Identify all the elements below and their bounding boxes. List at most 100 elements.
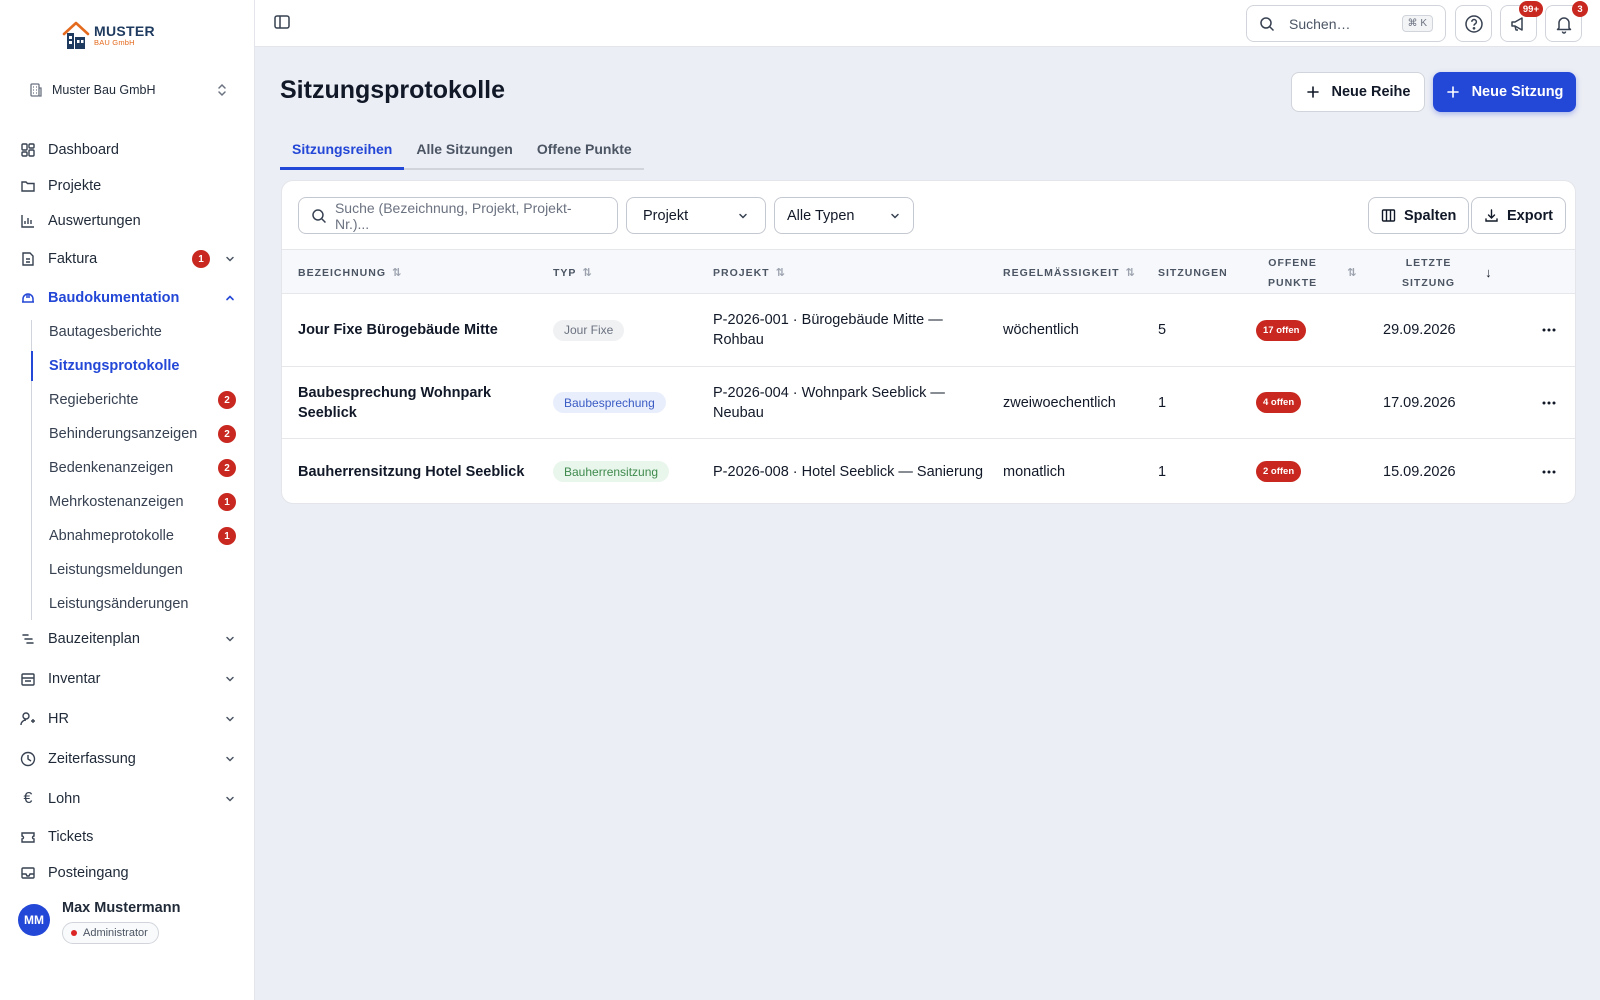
tab-offene-punkte[interactable]: Offene Punkte	[525, 130, 644, 168]
user-profile[interactable]: MM Max Mustermann Administrator	[0, 884, 254, 1000]
table-row[interactable]: Bauherrensitzung Hotel Seeblick Bauherre…	[282, 439, 1575, 503]
table-search-input[interactable]: Suche (Bezeichnung, Projekt, Projekt-Nr.…	[298, 197, 618, 234]
chevron-down-icon	[739, 213, 747, 219]
role-label: Administrator	[83, 927, 148, 939]
nav-item-auswertungen[interactable]: Auswertungen	[12, 204, 244, 238]
button-label: Spalten	[1404, 207, 1457, 224]
column-header-regelmaessigkeit[interactable]: REGELMÄSSIGKEIT ⇅	[1003, 250, 1135, 295]
nav-label: Regieberichte	[49, 392, 139, 408]
type-badge: Bauherrensitzung	[553, 461, 670, 482]
nav-label: Bauzeitenplan	[48, 631, 140, 647]
export-button[interactable]: Export	[1471, 197, 1566, 234]
help-icon	[1464, 14, 1483, 33]
house-logo-icon	[62, 20, 90, 50]
select-value: Alle Typen	[787, 207, 855, 224]
count-badge: 2	[218, 459, 236, 477]
header-label: PROJEKT	[713, 266, 770, 279]
sidebar-item-sitzungsprotokolle[interactable]: Sitzungsprotokolle	[31, 351, 236, 381]
sort-icon: ⇅	[1347, 266, 1357, 279]
organization-switcher[interactable]: Muster Bau GmbH	[18, 74, 238, 106]
project-filter-select[interactable]: Projekt	[626, 197, 766, 234]
column-header-letzte-sitzung[interactable]: LETZTE SITZUNG ↓	[1402, 250, 1493, 295]
series-name: Baubesprechung Wohnpark Seeblick	[298, 367, 491, 438]
type-filter-select[interactable]: Alle Typen	[774, 197, 914, 234]
sidebar-item-bedenkenanzeigen[interactable]: Bedenkenanzeigen 2	[31, 453, 236, 483]
nav-label: Mehrkostenanzeigen	[49, 494, 184, 510]
sidebar-item-leistungsaenderungen[interactable]: Leistungsänderungen	[31, 589, 236, 619]
invoice-icon	[20, 251, 36, 267]
chevron-down-icon	[224, 793, 236, 805]
column-header-sitzungen[interactable]: SITZUNGEN	[1158, 250, 1228, 295]
inventory-icon	[20, 671, 36, 687]
building-icon	[30, 83, 42, 97]
nav-item-bauzeitenplan[interactable]: Bauzeitenplan	[12, 622, 244, 656]
sort-desc-icon: ↓	[1485, 264, 1493, 280]
new-series-button[interactable]: Neue Reihe	[1291, 72, 1425, 112]
sidebar-item-leistungsmeldungen[interactable]: Leistungsmeldungen	[31, 555, 236, 585]
count-badge: 1	[192, 250, 210, 268]
logo-subtitle: BAU GmbH	[94, 38, 135, 47]
column-header-bezeichnung[interactable]: BEZEICHNUNG ⇅	[298, 250, 401, 295]
chevron-down-icon	[224, 713, 236, 725]
nav-item-lohn[interactable]: € Lohn	[12, 782, 244, 816]
dashboard-icon	[20, 142, 36, 158]
folder-icon	[20, 178, 36, 194]
company-logo[interactable]: MUSTER BAU GmbH	[62, 20, 155, 50]
last-session-date: 29.09.2026	[1383, 322, 1456, 338]
nav-label: Dashboard	[48, 142, 119, 158]
announcements-button[interactable]: 99+	[1500, 1, 1543, 42]
nav-item-faktura[interactable]: Faktura 1	[12, 242, 244, 276]
nav-label: Abnahmeprotokolle	[49, 528, 174, 544]
nav-label: Projekte	[48, 178, 102, 194]
sidebar-item-bautagesberichte[interactable]: Bautagesberichte	[31, 317, 236, 347]
more-actions-icon[interactable]	[1539, 393, 1559, 413]
nav-item-zeiterfassung[interactable]: Zeiterfassung	[12, 742, 244, 776]
clock-icon	[20, 751, 36, 767]
project-cell: P-2026-004 · Wohnpark Seeblick — Neubau	[713, 367, 945, 438]
nav-item-dashboard[interactable]: Dashboard	[12, 133, 244, 167]
nav-item-inventar[interactable]: Inventar	[12, 662, 244, 696]
nav-label: Baudokumentation	[48, 290, 180, 306]
sidebar-item-regieberichte[interactable]: Regieberichte 2	[31, 385, 236, 415]
notifications-button[interactable]: 3	[1545, 1, 1588, 42]
nav-item-projekte[interactable]: Projekte	[12, 169, 244, 203]
help-button[interactable]	[1455, 5, 1492, 42]
table-row[interactable]: Jour Fixe Bürogebäude Mitte Jour Fixe P-…	[282, 294, 1575, 367]
series-table-card: Suche (Bezeichnung, Projekt, Projekt-Nr.…	[281, 180, 1576, 504]
column-header-projekt[interactable]: PROJEKT ⇅	[713, 250, 785, 295]
sidebar-item-abnahmeprotokolle[interactable]: Abnahmeprotokolle 1	[31, 521, 236, 551]
header-label: SITZUNGEN	[1158, 266, 1228, 279]
chevron-down-icon	[224, 673, 236, 685]
table-row[interactable]: Baubesprechung Wohnpark Seeblick Baubesp…	[282, 367, 1575, 439]
column-header-offene-punkte[interactable]: OFFENE PUNKTE ⇅	[1268, 250, 1356, 295]
header-label: BEZEICHNUNG	[298, 266, 387, 279]
sidebar-item-behinderungsanzeigen[interactable]: Behinderungsanzeigen 2	[31, 419, 236, 449]
tab-sitzungsreihen[interactable]: Sitzungsreihen	[280, 130, 405, 170]
nav-item-baudokumentation[interactable]: Baudokumentation	[12, 281, 244, 315]
bell-icon	[1556, 16, 1571, 34]
columns-button[interactable]: Spalten	[1368, 197, 1470, 234]
button-label: Export	[1507, 207, 1553, 224]
series-name-line: Seeblick	[298, 404, 357, 421]
nav-item-hr[interactable]: HR	[12, 702, 244, 736]
column-header-typ[interactable]: TYP ⇅	[553, 250, 592, 295]
nav-item-tickets[interactable]: Tickets	[12, 820, 244, 854]
open-items-badge: 17 offen	[1256, 319, 1307, 341]
more-actions-icon[interactable]	[1539, 462, 1559, 482]
header-label: LETZTE	[1405, 256, 1452, 269]
sort-icon: ⇅	[392, 267, 402, 279]
header-label: PUNKTE	[1268, 276, 1318, 289]
nav-item-posteingang[interactable]: Posteingang	[12, 856, 244, 883]
header-label: TYP	[553, 266, 577, 279]
sidebar-toggle-icon[interactable]	[273, 13, 293, 33]
regularity: zweiwoechentlich	[1003, 394, 1116, 411]
session-count: 5	[1158, 322, 1167, 338]
global-search-input[interactable]: Suchen… ⌘ K	[1246, 5, 1446, 42]
new-session-button[interactable]: Neue Sitzung	[1433, 72, 1576, 112]
more-actions-icon[interactable]	[1539, 320, 1559, 340]
inbox-icon	[20, 865, 36, 881]
tab-alle-sitzungen[interactable]: Alle Sitzungen	[404, 130, 524, 168]
sidebar-item-mehrkostenanzeigen[interactable]: Mehrkostenanzeigen 1	[31, 487, 236, 517]
organization-name: Muster Bau GmbH	[52, 83, 156, 97]
type-badge: Jour Fixe	[553, 319, 625, 341]
